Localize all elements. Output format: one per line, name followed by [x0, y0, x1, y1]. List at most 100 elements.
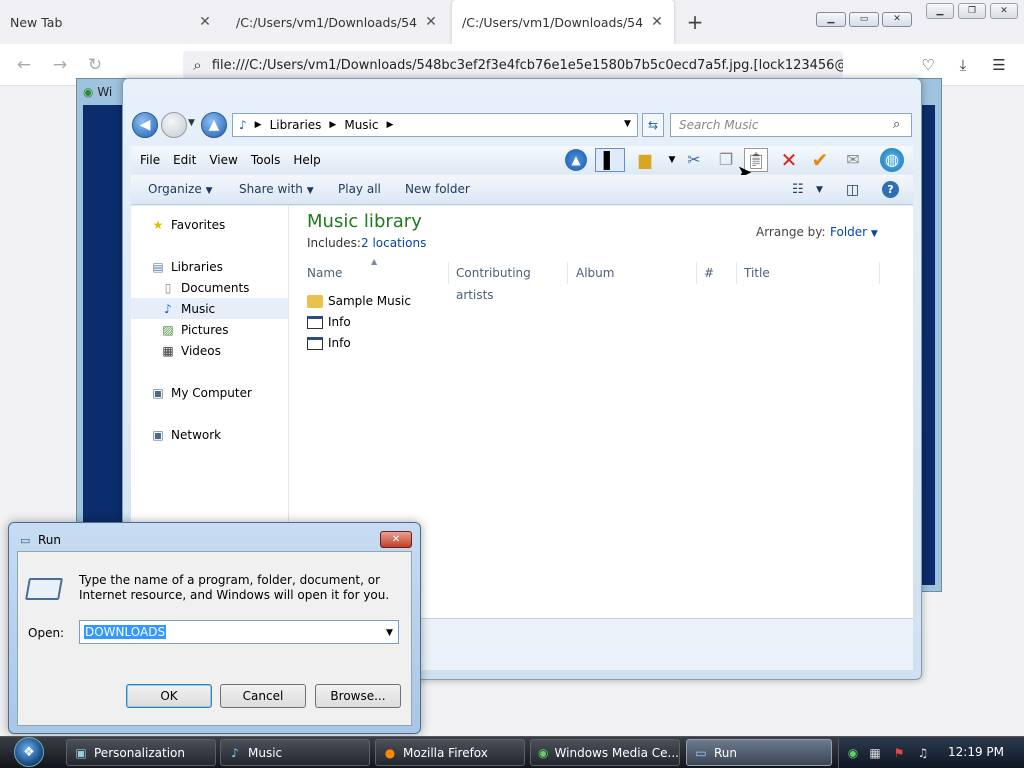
browse-button[interactable]: Browse...	[315, 684, 401, 708]
menu-edit[interactable]: Edit	[173, 153, 196, 167]
close-tab-icon[interactable]: ✕	[650, 14, 664, 30]
menu-view[interactable]: View	[209, 153, 237, 167]
help-icon[interactable]: ?	[882, 181, 899, 198]
column-album[interactable]: Album	[572, 262, 697, 284]
explorer-close-button[interactable]: ✕	[882, 12, 912, 27]
recent-pages-chevron-down-icon[interactable]: ▼	[188, 118, 195, 128]
explorer-forward-button[interactable]	[161, 112, 187, 138]
open-dropdown-chevron-down-icon[interactable]: ▼	[386, 628, 393, 638]
new-folder-button[interactable]: New folder	[405, 182, 470, 196]
windows-logo-icon: ❖	[14, 737, 44, 767]
restore-window-button[interactable]: ❐	[958, 3, 986, 19]
menu-file[interactable]: File	[140, 153, 160, 167]
delete-x-icon[interactable]: ✕	[777, 148, 801, 172]
open-input-value[interactable]: DOWNLOADS	[84, 625, 167, 639]
folder-options-icon[interactable]: ▆	[633, 148, 657, 172]
task-music[interactable]: ♪ Music	[220, 739, 370, 766]
close-tab-icon[interactable]: ✕	[198, 14, 212, 30]
menu-tools[interactable]: Tools	[251, 153, 281, 167]
email-icon[interactable]: ✉	[841, 148, 865, 172]
breadcrumb-chevron-icon[interactable]: ▶	[329, 120, 336, 130]
view-list-icon[interactable]: ☷	[792, 182, 804, 197]
cut-scissors-icon[interactable]: ✂	[682, 148, 706, 172]
arrange-chevron-down-icon: ▼	[870, 229, 878, 239]
run-close-button[interactable]: ✕	[380, 531, 412, 548]
search-icon[interactable]: ⌕	[893, 117, 900, 132]
address-bar[interactable]: ♪ ▶ Libraries ▶ Music ▶	[232, 113, 638, 137]
address-dropdown-chevron-down-icon[interactable]: ▼	[624, 119, 631, 129]
includes-locations-link[interactable]: 2 locations	[361, 236, 426, 250]
nav-libraries[interactable]: ▤ Libraries	[131, 256, 288, 277]
search-input[interactable]: Search Music	[670, 113, 912, 137]
new-tab-plus-icon[interactable]: +	[682, 8, 708, 36]
arrange-by-dropdown[interactable]: Folder ▼	[830, 225, 878, 239]
downloads-icon[interactable]: ⤓	[952, 54, 974, 76]
url-bar[interactable]: ⌕ file:///C:/Users/vm1/Downloads/548bc3e…	[183, 51, 843, 79]
nav-videos[interactable]: ▦ Videos	[131, 340, 288, 361]
task-media-center[interactable]: ◉ Windows Media Ce...	[530, 739, 680, 766]
nav-network[interactable]: ▣ Network	[131, 424, 288, 445]
menu-hamburger-icon[interactable]: ☰	[988, 54, 1010, 76]
url-text[interactable]: file:///C:/Users/vm1/Downloads/548bc3ef2…	[212, 58, 843, 73]
options-chevron-down-icon[interactable]: ▼	[660, 148, 684, 172]
copy-icon[interactable]: ❐	[714, 148, 738, 172]
tab-new-tab[interactable]: New Tab ✕	[0, 0, 222, 44]
share-with-button[interactable]: Share with ▼	[239, 182, 314, 196]
close-tab-icon[interactable]: ✕	[424, 14, 438, 30]
volume-icon[interactable]: ♫	[914, 744, 932, 762]
open-combobox[interactable]: DOWNLOADS	[79, 620, 399, 644]
breadcrumb-libraries[interactable]: Libraries	[270, 118, 322, 132]
organize-button[interactable]: Organize ▼	[148, 182, 213, 196]
list-item[interactable]: Sample Music	[307, 291, 411, 311]
cancel-button[interactable]: Cancel	[220, 684, 306, 708]
reload-icon[interactable]: ↻	[84, 54, 106, 76]
nav-pictures[interactable]: ▨ Pictures	[131, 319, 288, 340]
back-arrow-icon[interactable]: ←	[13, 54, 35, 76]
system-clock[interactable]: 12:19 PM	[948, 745, 1004, 759]
column-name[interactable]: Name	[303, 262, 449, 284]
refresh-icon[interactable]: ⇆	[642, 113, 664, 137]
play-all-button[interactable]: Play all	[338, 182, 381, 196]
breadcrumb-chevron-icon[interactable]: ▶	[387, 120, 394, 130]
explorer-back-button[interactable]: ◀	[132, 112, 158, 138]
search-icon: ⌕	[193, 56, 202, 74]
preview-pane-icon[interactable]: ◫	[846, 182, 859, 198]
minimize-window-button[interactable]: ▁	[926, 3, 954, 19]
up-folder-icon[interactable]: ▲	[565, 149, 587, 171]
nav-documents[interactable]: ▯ Documents	[131, 277, 288, 298]
menu-help[interactable]: Help	[293, 153, 320, 167]
nav-my-computer[interactable]: ▣ My Computer	[131, 382, 288, 403]
column-title[interactable]: Title	[740, 262, 880, 284]
run-description: Type the name of a program, folder, docu…	[79, 573, 390, 602]
breadcrumb-music[interactable]: Music	[344, 118, 378, 132]
task-personalization[interactable]: ▣ Personalization	[66, 739, 216, 766]
pocket-icon[interactable]: ♡	[917, 54, 939, 76]
list-item[interactable]: Info	[307, 333, 351, 353]
close-window-button[interactable]: ✕	[990, 3, 1018, 19]
task-firefox[interactable]: ● Mozilla Firefox	[375, 739, 525, 766]
tab-downloads-1[interactable]: /C:/Users/vm1/Downloads/548bc3e ✕	[226, 0, 448, 44]
tab-downloads-2[interactable]: /C:/Users/vm1/Downloads/548bc3e ✕	[452, 0, 674, 44]
ok-button[interactable]: OK	[126, 684, 212, 708]
security-alert-icon[interactable]: ⚑	[890, 744, 908, 762]
task-run[interactable]: ▭ Run	[686, 739, 832, 766]
column-contributing-artists[interactable]: Contributing artists	[452, 262, 568, 302]
folders-pane-icon[interactable]: ▌	[595, 148, 625, 172]
view-chevron-down-icon[interactable]: ▼	[816, 185, 823, 195]
forward-arrow-icon[interactable]: →	[49, 54, 71, 76]
properties-check-icon[interactable]: ✔	[808, 148, 832, 172]
breadcrumb-chevron-icon[interactable]: ▶	[255, 120, 262, 130]
media-center-tray-icon[interactable]: ◉	[844, 744, 862, 762]
globe-icon[interactable]: ◍	[880, 148, 904, 172]
explorer-up-button[interactable]: ▲	[201, 112, 227, 138]
start-button[interactable]: ❖	[4, 736, 54, 768]
window-file-icon	[307, 315, 323, 329]
list-item[interactable]: Info	[307, 312, 351, 332]
explorer-minimize-button[interactable]: ▁	[816, 12, 846, 27]
personalization-icon: ▣	[75, 745, 87, 760]
network-tray-icon[interactable]: ▦	[866, 744, 884, 762]
nav-music[interactable]: ♪ Music	[131, 298, 288, 319]
explorer-maximize-button[interactable]: ▭	[849, 12, 879, 27]
nav-favorites[interactable]: ★ Favorites	[131, 214, 288, 235]
column-track-number[interactable]: #	[700, 262, 737, 284]
